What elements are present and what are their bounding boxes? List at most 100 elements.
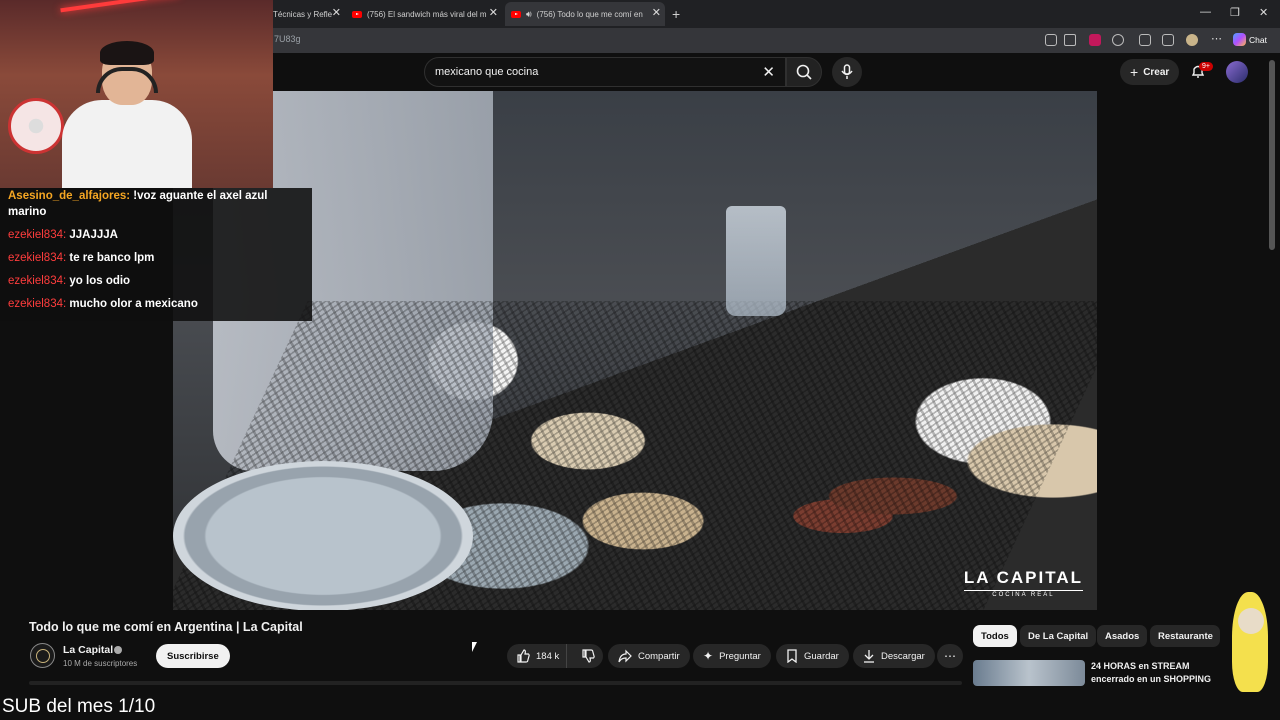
chat-text: yo los odio [69, 275, 131, 287]
chat-text: te re banco lpm [69, 252, 155, 264]
restore-icon[interactable]: ❐ [1230, 6, 1240, 19]
page-scrollbar[interactable] [1269, 60, 1275, 250]
chip-asados[interactable]: Asados [1097, 625, 1148, 647]
tab-label: (756) Todo lo que me comí en [536, 9, 643, 19]
subscribe-button[interactable]: Suscribirse [156, 644, 230, 668]
watermark-brand: LA CAPITAL [963, 568, 1083, 587]
copilot-chat-button[interactable]: Chat [1233, 33, 1267, 46]
extension-icon[interactable] [1089, 34, 1101, 46]
plus-icon: + [672, 6, 681, 22]
chat-username: ezekiel834: [8, 229, 67, 241]
description-box-edge [29, 681, 962, 685]
chat-message: ezekiel834: JJAJJJA [8, 227, 304, 243]
user-avatar[interactable] [1226, 61, 1248, 83]
tab-sandwich[interactable]: (756) El sandwich más viral del mu ✕ [350, 2, 502, 26]
plus-icon: + [1130, 64, 1139, 80]
fan-image [8, 98, 64, 154]
streamer [62, 41, 192, 188]
chat-username: Asesino_de_alfajores: [8, 190, 131, 202]
apps-icon[interactable] [1045, 34, 1057, 46]
download-label: Descargar [881, 650, 925, 662]
notifications-badge: 9+ [1199, 62, 1213, 71]
share-button[interactable]: Compartir [608, 644, 690, 668]
download-icon [864, 650, 874, 663]
search-box[interactable]: mexicano que cocina ✕ [424, 57, 786, 87]
share-icon [618, 649, 632, 663]
chat-text: JJAJJJA [69, 229, 118, 241]
split-screen-icon[interactable] [1139, 34, 1151, 46]
webcam-overlay [0, 0, 273, 188]
chip-todos[interactable]: Todos [973, 625, 1017, 647]
voice-search-button[interactable] [832, 57, 862, 87]
save-label: Guardar [804, 650, 839, 662]
chat-username: ezekiel834: [8, 298, 67, 310]
youtube-favicon-icon [511, 10, 521, 18]
minimize-icon[interactable]: — [1200, 6, 1211, 18]
profile-icon[interactable] [1186, 34, 1198, 46]
chat-message: ezekiel834: mucho olor a mexicano [8, 296, 304, 312]
search-icon [796, 64, 812, 80]
chat-username: ezekiel834: [8, 252, 67, 264]
chat-message: Asesino_de_alfajores: !voz aguante el ax… [8, 188, 304, 220]
chip-restaurante[interactable]: Restaurante [1150, 625, 1220, 647]
tab-label: Técnicas y Refle [273, 9, 333, 19]
streamer-hair [100, 41, 154, 65]
create-button[interactable]: + Crear [1120, 59, 1180, 85]
clear-search-icon[interactable]: ✕ [762, 63, 775, 81]
video-title: Todo lo que me comí en Argentina | La Ca… [29, 620, 303, 634]
share-label: Compartir [638, 650, 680, 662]
chat-message: ezekiel834: te re banco lpm [8, 250, 304, 266]
led-light [60, 0, 180, 13]
tab-todo-lo-que[interactable]: 🔊︎ (756) Todo lo que me comí en ✕ [505, 2, 665, 26]
subscriber-count: 10 M de suscriptores [63, 659, 138, 668]
like-button[interactable]: 184 k [507, 644, 568, 668]
tab-close-icon[interactable]: ✕ [489, 6, 498, 19]
search-button[interactable] [786, 57, 822, 87]
more-menu-icon[interactable]: ⋯ [1211, 32, 1222, 45]
create-label: Crear [1143, 66, 1170, 78]
copilot-label: Chat [1249, 34, 1267, 45]
stream-banner-bg [0, 692, 1280, 720]
search-input[interactable]: mexicano que cocina [435, 66, 538, 78]
video-player[interactable]: LA CAPITAL COCINA REAL [173, 91, 1097, 610]
save-button[interactable]: Guardar [776, 644, 849, 668]
chat-text: mucho olor a mexicano [69, 298, 198, 310]
recommended-thumbnail[interactable] [973, 660, 1085, 686]
tab-label: (756) El sandwich más viral del mu [367, 9, 487, 19]
close-window-icon[interactable]: ✕ [1259, 6, 1268, 19]
recommended-title[interactable]: 24 HORAS en STREAM encerrado en un SHOPP… [1091, 660, 1221, 686]
channel-name[interactable]: La Capital [63, 644, 113, 656]
more-actions-button[interactable]: ⋯ [937, 644, 963, 668]
copilot-icon [1233, 33, 1246, 46]
like-count: 184 k [536, 650, 560, 662]
tab-close-icon[interactable]: ✕ [652, 6, 661, 19]
bookmark-icon [787, 649, 797, 663]
mouse-cursor [472, 642, 477, 652]
thumbs-up-icon [517, 649, 530, 663]
video-plate [173, 461, 473, 610]
refresh-extension-icon[interactable] [1112, 34, 1124, 46]
tab-tecnicas[interactable]: Técnicas y Refle ✕ [273, 2, 343, 26]
new-tab-button[interactable]: + [672, 2, 686, 26]
dislike-button[interactable] [573, 644, 603, 668]
watermark-sub: COCINA REAL [963, 590, 1083, 598]
favorite-star-icon[interactable] [1064, 34, 1076, 46]
banana-costume [1232, 592, 1268, 692]
chat-username: ezekiel834: [8, 275, 67, 287]
verified-icon [114, 646, 122, 654]
thumbs-down-icon [582, 649, 595, 663]
like-dislike-group: 184 k [507, 644, 603, 668]
channel-watermark: LA CAPITAL COCINA REAL [963, 568, 1083, 598]
ask-button[interactable]: ✦ Preguntar [693, 644, 771, 668]
channel-avatar[interactable] [30, 643, 55, 668]
chip-de-la-capital[interactable]: De La Capital [1020, 625, 1097, 647]
speaker-icon[interactable]: 🔊︎ [526, 9, 532, 20]
more-icon: ⋯ [944, 649, 956, 663]
download-button[interactable]: Descargar [853, 644, 935, 668]
favorites-icon[interactable] [1162, 34, 1174, 46]
banana-cat-sticker [1226, 578, 1276, 698]
ask-label: Preguntar [719, 650, 761, 662]
tab-close-icon[interactable]: ✕ [332, 6, 341, 19]
url-text[interactable]: 7U83g [274, 34, 301, 44]
stream-chat: Asesino_de_alfajores: !voz aguante el ax… [0, 188, 312, 321]
